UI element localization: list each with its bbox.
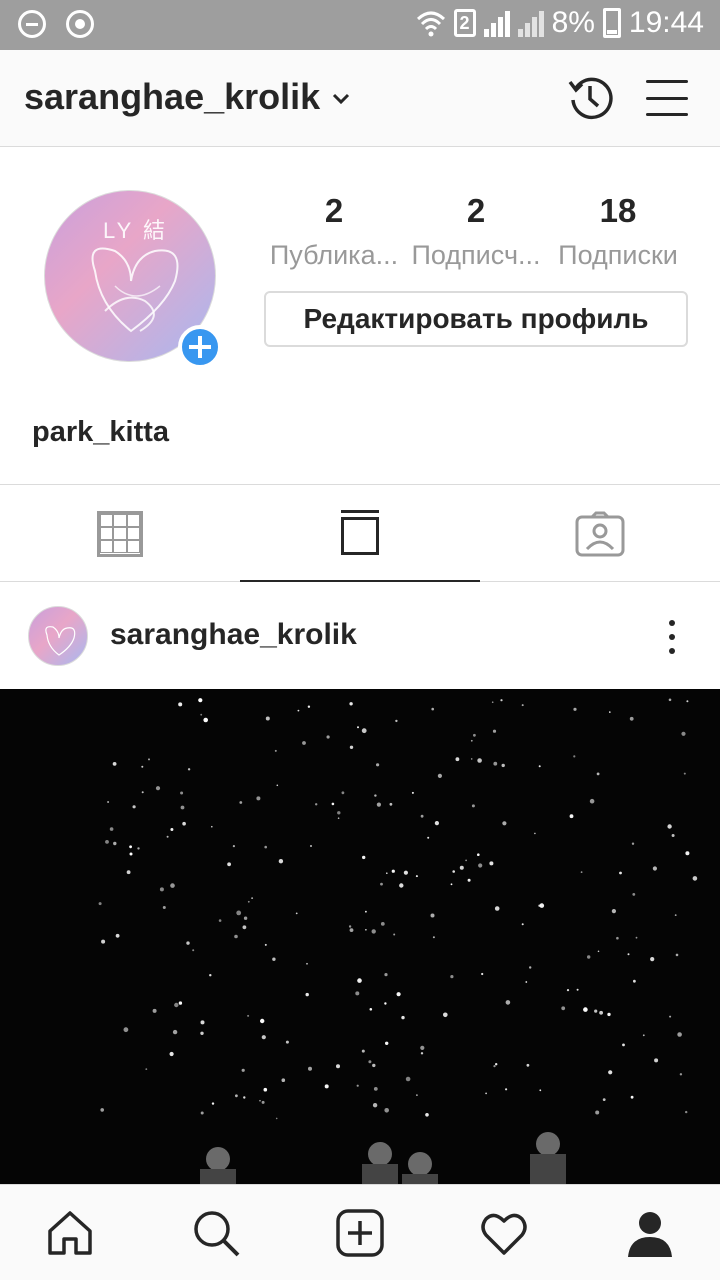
sim-icon: 2 [453, 9, 476, 37]
signal-icon [483, 9, 510, 37]
stat-following-label: Подписки [558, 240, 678, 270]
history-icon[interactable] [566, 74, 614, 122]
chrome-icon [66, 10, 94, 38]
more-vertical-icon[interactable] [668, 620, 676, 654]
profile-display-name: park_kitta [32, 416, 170, 448]
heart-icon[interactable] [478, 1207, 530, 1259]
tagged-icon [575, 511, 625, 556]
stat-posts-label: Публика... [269, 240, 399, 270]
status-bar: 2 8% 19:44 [0, 0, 720, 50]
post-avatar-art [45, 626, 76, 656]
tab-feed[interactable] [240, 485, 480, 582]
add-post-icon[interactable] [334, 1207, 386, 1259]
stat-posts[interactable]: 2 Публика... [264, 192, 404, 271]
signal-icon-2 [517, 9, 544, 37]
post-image[interactable] [0, 689, 720, 1184]
search-icon[interactable] [190, 1207, 242, 1259]
bottom-nav [0, 1184, 720, 1280]
clock: 19:44 [628, 6, 704, 39]
profile-stats: 2 Публика... 2 Подписч... 18 Подписки [264, 192, 688, 271]
header-username[interactable]: saranghae_krolik [24, 76, 320, 118]
tab-grid[interactable] [0, 485, 240, 582]
tab-tagged[interactable] [480, 485, 720, 582]
post-avatar[interactable] [28, 606, 88, 666]
menu-icon[interactable] [646, 80, 688, 116]
post-image-stars [98, 698, 698, 1184]
add-story-button[interactable] [178, 325, 222, 369]
profile-header: saranghae_krolik [0, 50, 720, 147]
stat-following[interactable]: 18 Подписки [548, 192, 688, 271]
account-switcher[interactable]: saranghae_krolik [24, 76, 350, 118]
battery-icon [602, 8, 621, 38]
post-header: saranghae_krolik [0, 582, 720, 689]
stat-followers[interactable]: 2 Подписч... [406, 192, 546, 271]
wifi-icon [416, 11, 445, 37]
edit-profile-button[interactable]: Редактировать профиль [264, 291, 688, 347]
chevron-down-icon[interactable] [332, 93, 350, 105]
profile-tabs [0, 484, 720, 582]
do-not-disturb-icon [18, 10, 46, 38]
stat-following-count: 18 [599, 192, 637, 229]
post-username[interactable]: saranghae_krolik [110, 618, 357, 652]
home-icon[interactable] [44, 1207, 96, 1259]
stat-followers-count: 2 [466, 192, 486, 229]
grid-icon [97, 510, 143, 557]
profile-icon[interactable] [624, 1207, 676, 1259]
feed-icon [341, 509, 379, 556]
stat-posts-count: 2 [324, 192, 344, 229]
plus-icon [189, 336, 211, 358]
stat-followers-label: Подписч... [411, 240, 541, 270]
battery-percent: 8% [551, 6, 595, 39]
